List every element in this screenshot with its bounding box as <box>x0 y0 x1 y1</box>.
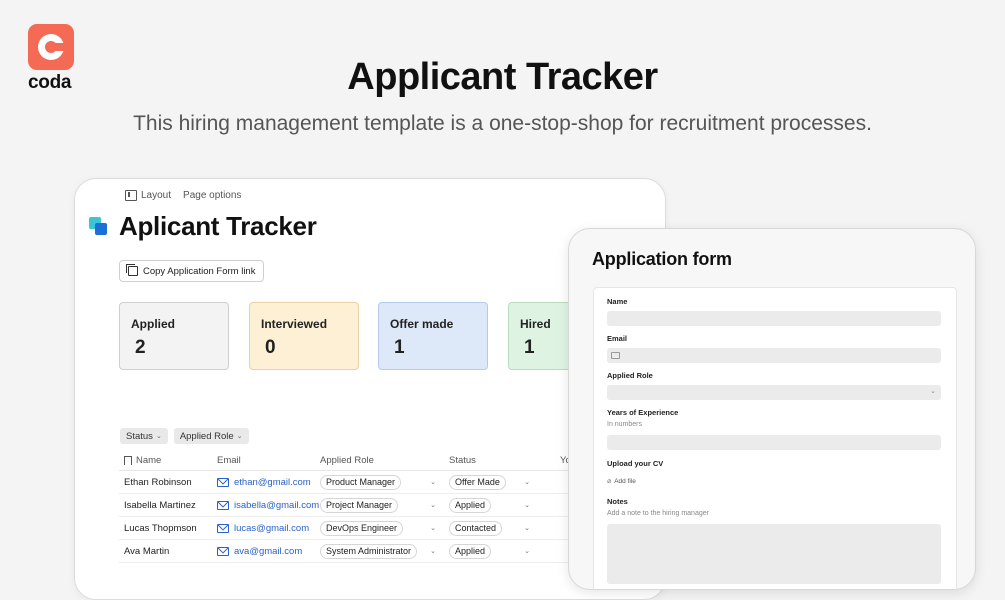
email-field[interactable] <box>607 348 941 363</box>
stat-card-interviewed[interactable]: Interviewed 0 <box>249 302 359 370</box>
email-label: Email <box>607 334 628 343</box>
notes-hint: Add a note to the hiring manager <box>607 510 709 517</box>
page-options-label: Page options <box>183 190 242 201</box>
stat-card-applied[interactable]: Applied 2 <box>119 302 229 370</box>
doc-title[interactable]: Aplicant Tracker <box>119 211 317 242</box>
notes-textarea[interactable] <box>607 524 941 584</box>
email-link[interactable]: isabella@gmail.com <box>234 500 319 511</box>
copy-form-link-button[interactable]: Copy Application Form link <box>119 260 265 282</box>
chevron-down-icon[interactable]: ⌄ <box>430 501 436 509</box>
chevron-down-icon[interactable]: ⌄ <box>430 478 436 486</box>
page-options-button[interactable]: Page options <box>183 190 241 201</box>
cell-name: Lucas Thopmson <box>124 522 197 534</box>
status-pill: Offer Made <box>449 474 506 490</box>
stat-label: Hired <box>520 317 551 331</box>
name-field[interactable] <box>607 311 941 326</box>
chevron-down-icon[interactable]: ⌄ <box>524 501 530 509</box>
column-header-status[interactable]: Status <box>449 450 534 470</box>
cell-status[interactable]: Offer Made ⌄ <box>449 471 534 493</box>
status-pill: Contacted <box>449 520 503 536</box>
stat-value: 1 <box>524 337 535 358</box>
status-pill: Applied <box>449 543 492 559</box>
cell-role[interactable]: DevOps Engineer ⌄ <box>320 517 440 539</box>
applied-role-label: Applied Role <box>607 371 653 380</box>
layout-label: Layout <box>141 190 172 201</box>
hero-title: Applicant Tracker <box>347 56 658 98</box>
filter-status[interactable]: Status ⌄ <box>120 428 168 444</box>
application-form-card: Application form Name Email Applied Role… <box>568 228 976 590</box>
stat-card-offer-made[interactable]: Offer made 1 <box>378 302 488 370</box>
cell-status[interactable]: Applied ⌄ <box>449 540 534 562</box>
add-file-button[interactable]: ⌀ Add file <box>607 477 636 486</box>
doc-icon <box>89 216 109 237</box>
chevron-down-icon: ⌄ <box>155 433 162 440</box>
form-title: Application form <box>592 249 732 269</box>
years-field[interactable] <box>607 435 941 450</box>
mail-icon <box>217 523 229 533</box>
layout-button[interactable]: Layout <box>125 190 171 201</box>
cell-email[interactable]: lucas@gmail.com <box>217 517 309 539</box>
stat-label: Offer made <box>390 317 454 331</box>
cell-email[interactable]: ava@gmail.com <box>217 540 302 562</box>
cell-name: Ava Martin <box>124 545 170 557</box>
stat-value: 0 <box>265 337 276 358</box>
copy-form-link-label: Copy Application Form link <box>143 265 256 277</box>
cell-name: Isabella Martinez <box>124 499 196 511</box>
chevron-down-icon[interactable]: ⌄ <box>430 547 436 555</box>
form-body: Name Email Applied Role ⌄ Years of Exper… <box>593 287 957 589</box>
chevron-down-icon[interactable]: ⌄ <box>524 547 530 555</box>
add-file-label: Add file <box>614 477 636 485</box>
doc-toolbar: Layout Page options <box>125 190 241 201</box>
stat-label: Interviewed <box>261 317 328 331</box>
column-header-role[interactable]: Applied Role <box>320 450 440 470</box>
copy-icon <box>126 264 138 276</box>
status-pill: Applied <box>449 497 492 513</box>
email-link[interactable]: ethan@gmail.com <box>234 477 311 488</box>
cell-email[interactable]: isabella@gmail.com <box>217 494 319 516</box>
cell-email[interactable]: ethan@gmail.com <box>217 471 311 493</box>
name-label: Name <box>607 297 628 306</box>
cv-label: Upload your CV <box>607 459 664 468</box>
filter-applied-role[interactable]: Applied Role ⌄ <box>173 428 249 444</box>
doc-title-row: Aplicant Tracker <box>89 211 317 242</box>
column-header-name-label: Name <box>136 454 162 466</box>
email-link[interactable]: lucas@gmail.com <box>234 523 309 534</box>
paperclip-icon: ⌀ <box>607 478 612 485</box>
mail-icon <box>217 477 229 487</box>
role-pill: Project Manager <box>320 497 399 513</box>
cell-role[interactable]: System Administrator ⌄ <box>320 540 440 562</box>
cell-status[interactable]: Applied ⌄ <box>449 494 534 516</box>
chevron-down-icon: ⌄ <box>236 433 243 440</box>
stat-value: 2 <box>135 337 146 358</box>
stat-label: Applied <box>131 317 175 331</box>
years-label: Years of Experience <box>607 408 679 417</box>
layout-icon <box>125 190 137 201</box>
years-hint: In numbers <box>607 421 643 428</box>
role-pill: Product Manager <box>320 474 402 490</box>
email-link[interactable]: ava@gmail.com <box>234 546 302 557</box>
chevron-down-icon: ⌄ <box>930 388 936 395</box>
chevron-down-icon[interactable]: ⌄ <box>524 478 530 486</box>
chevron-down-icon[interactable]: ⌄ <box>430 524 436 532</box>
mail-icon <box>611 352 620 359</box>
role-pill: DevOps Engineer <box>320 520 404 536</box>
filter-status-label: Status <box>126 430 153 442</box>
hero-subtitle: This hiring management template is a one… <box>133 112 872 135</box>
cell-name: Ethan Robinson <box>124 476 192 488</box>
chevron-down-icon[interactable]: ⌄ <box>524 524 530 532</box>
applied-role-select[interactable]: ⌄ <box>607 385 941 400</box>
filter-applied-role-label: Applied Role <box>179 430 234 442</box>
column-header-email[interactable]: Email <box>217 450 241 470</box>
cell-role[interactable]: Product Manager ⌄ <box>320 471 440 493</box>
cell-status[interactable]: Contacted ⌄ <box>449 517 534 539</box>
mail-icon <box>217 500 229 510</box>
role-pill: System Administrator <box>320 543 418 559</box>
cell-role[interactable]: Project Manager ⌄ <box>320 494 440 516</box>
mail-icon <box>217 546 229 556</box>
stat-value: 1 <box>394 337 405 358</box>
notes-label: Notes <box>607 497 628 506</box>
filter-bar: Status ⌄ Applied Role ⌄ <box>120 428 249 444</box>
bookmark-icon <box>124 455 132 465</box>
column-header-name[interactable]: Name <box>124 450 161 470</box>
